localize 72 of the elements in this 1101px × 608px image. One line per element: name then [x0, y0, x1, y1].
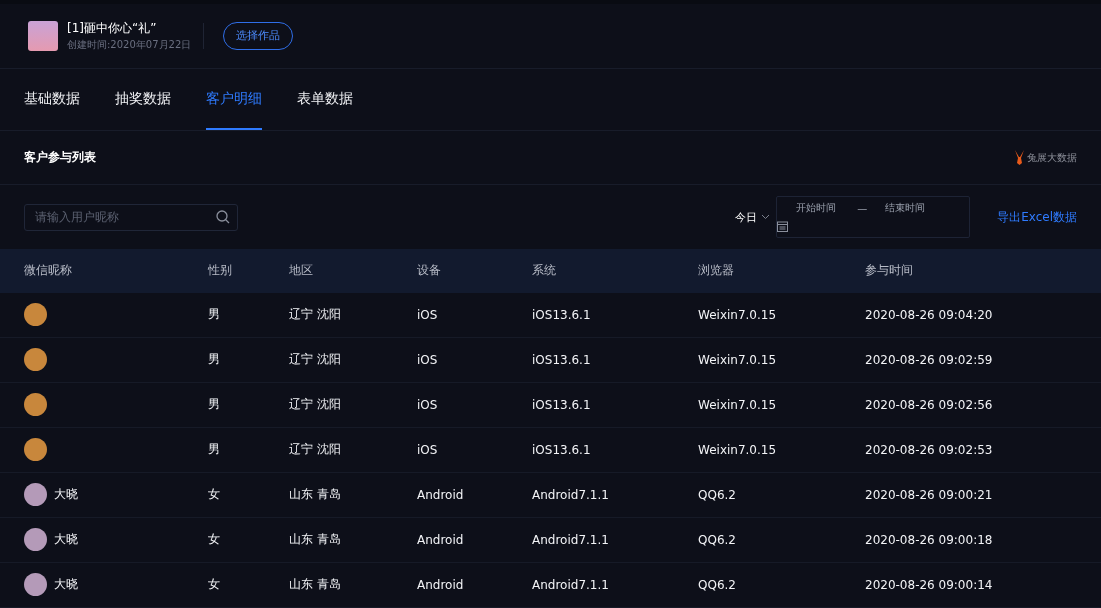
chevron-down-icon [761, 214, 771, 221]
section-title: 客户参与列表 [24, 149, 96, 167]
table-cell-text: Android7.1.1 [532, 488, 610, 502]
export-excel-link[interactable]: 导出Excel数据 [997, 208, 1077, 226]
tab[interactable]: 基础数据 [24, 68, 80, 131]
table-cell-text: 辽宁 沈阳 [289, 351, 342, 369]
table-cell-text: Android7.1.1 [532, 533, 610, 547]
table-cell-text: iOS [417, 398, 439, 412]
tab[interactable]: 客户明细 [206, 68, 262, 131]
table-cell-text: Weixin7.0.15 [698, 353, 778, 367]
table-cell-text: 2020-08-26 09:04:20 [865, 308, 994, 322]
table-cell-text: 男 [208, 351, 221, 369]
period-dropdown[interactable]: 今日 [735, 209, 771, 225]
table-cell-text: iOS [417, 308, 439, 322]
table-cell-text: Weixin7.0.15 [698, 398, 778, 412]
column-header: 微信昵称 [24, 262, 73, 280]
column-header: 参与时间 [865, 262, 914, 280]
table-cell-text: Android [417, 488, 465, 502]
calendar-icon [777, 221, 789, 233]
table-cell-text: 2020-08-26 09:00:18 [865, 533, 994, 547]
table-cell-text: QQ6.2 [698, 578, 737, 592]
table-cell-text: 男 [208, 306, 221, 324]
table-cell-text: 男 [208, 441, 221, 459]
table-cell-text: Weixin7.0.15 [698, 443, 778, 457]
table-cell-text: Weixin7.0.15 [698, 308, 778, 322]
table-cell-text: QQ6.2 [698, 533, 737, 547]
table-cell-text: Android7.1.1 [532, 578, 610, 592]
start-date-placeholder: 开始时间 [796, 201, 837, 216]
table-cell-text: 山东 青岛 [289, 531, 342, 549]
date-range-field[interactable]: 开始时间 — 结束时间 [776, 196, 971, 239]
table-cell-text: 2020-08-26 09:02:56 [865, 398, 994, 412]
tab[interactable]: 表单数据 [297, 68, 353, 131]
table-cell-text: iOS [417, 353, 439, 367]
table-cell-text: iOS13.6.1 [532, 398, 592, 412]
user-nickname: 大晓 [54, 486, 78, 504]
rabbit-ears-icon [1013, 150, 1026, 166]
table-cell-text: iOS13.6.1 [532, 443, 592, 457]
table-cell-text: 辽宁 沈阳 [289, 306, 342, 324]
column-header: 设备 [417, 262, 442, 280]
work-title: [1]砸中你心“礼” [67, 19, 158, 37]
table-cell-text: 2020-08-26 09:00:21 [865, 488, 994, 502]
table-cell-text: 男 [208, 396, 221, 414]
table-cell-text: iOS13.6.1 [532, 308, 592, 322]
created-date: 创建时间:2020年07月22日 [67, 37, 192, 52]
table-cell-text: 2020-08-26 09:02:53 [865, 443, 994, 457]
column-header: 系统 [532, 262, 557, 280]
search-icon [216, 209, 230, 224]
table-cell-text: iOS [417, 443, 439, 457]
table-cell-text: 山东 青岛 [289, 576, 342, 594]
range-separator: — [857, 202, 868, 214]
tab[interactable]: 抽奖数据 [115, 68, 171, 131]
column-header: 浏览器 [698, 262, 735, 280]
table-cell-text: Android [417, 578, 465, 592]
table-cell-text: 辽宁 沈阳 [289, 396, 342, 414]
user-nickname: 大晓 [54, 576, 78, 594]
table-cell-text: iOS13.6.1 [532, 353, 592, 367]
brand-text: 兔展大数据 [1027, 150, 1077, 165]
search-field[interactable]: 请输入用户昵称 [24, 203, 238, 231]
table-cell-text: 女 [208, 531, 221, 549]
table-cell-text: 女 [208, 576, 221, 594]
end-date-placeholder: 结束时间 [885, 201, 926, 216]
work-thumbnail [28, 20, 58, 51]
table-cell-text: 2020-08-26 09:02:59 [865, 353, 994, 367]
table-cell-text: 2020-08-26 09:00:14 [865, 578, 994, 592]
table-cell-text: 女 [208, 486, 221, 504]
user-nickname: 大晓 [54, 531, 78, 549]
table-cell-text: 辽宁 沈阳 [289, 441, 342, 459]
table-cell-text: 山东 青岛 [289, 486, 342, 504]
table-cell-text: QQ6.2 [698, 488, 737, 502]
column-header: 性别 [208, 262, 233, 280]
column-header: 地区 [289, 262, 314, 280]
table-cell-text: Android [417, 533, 465, 547]
